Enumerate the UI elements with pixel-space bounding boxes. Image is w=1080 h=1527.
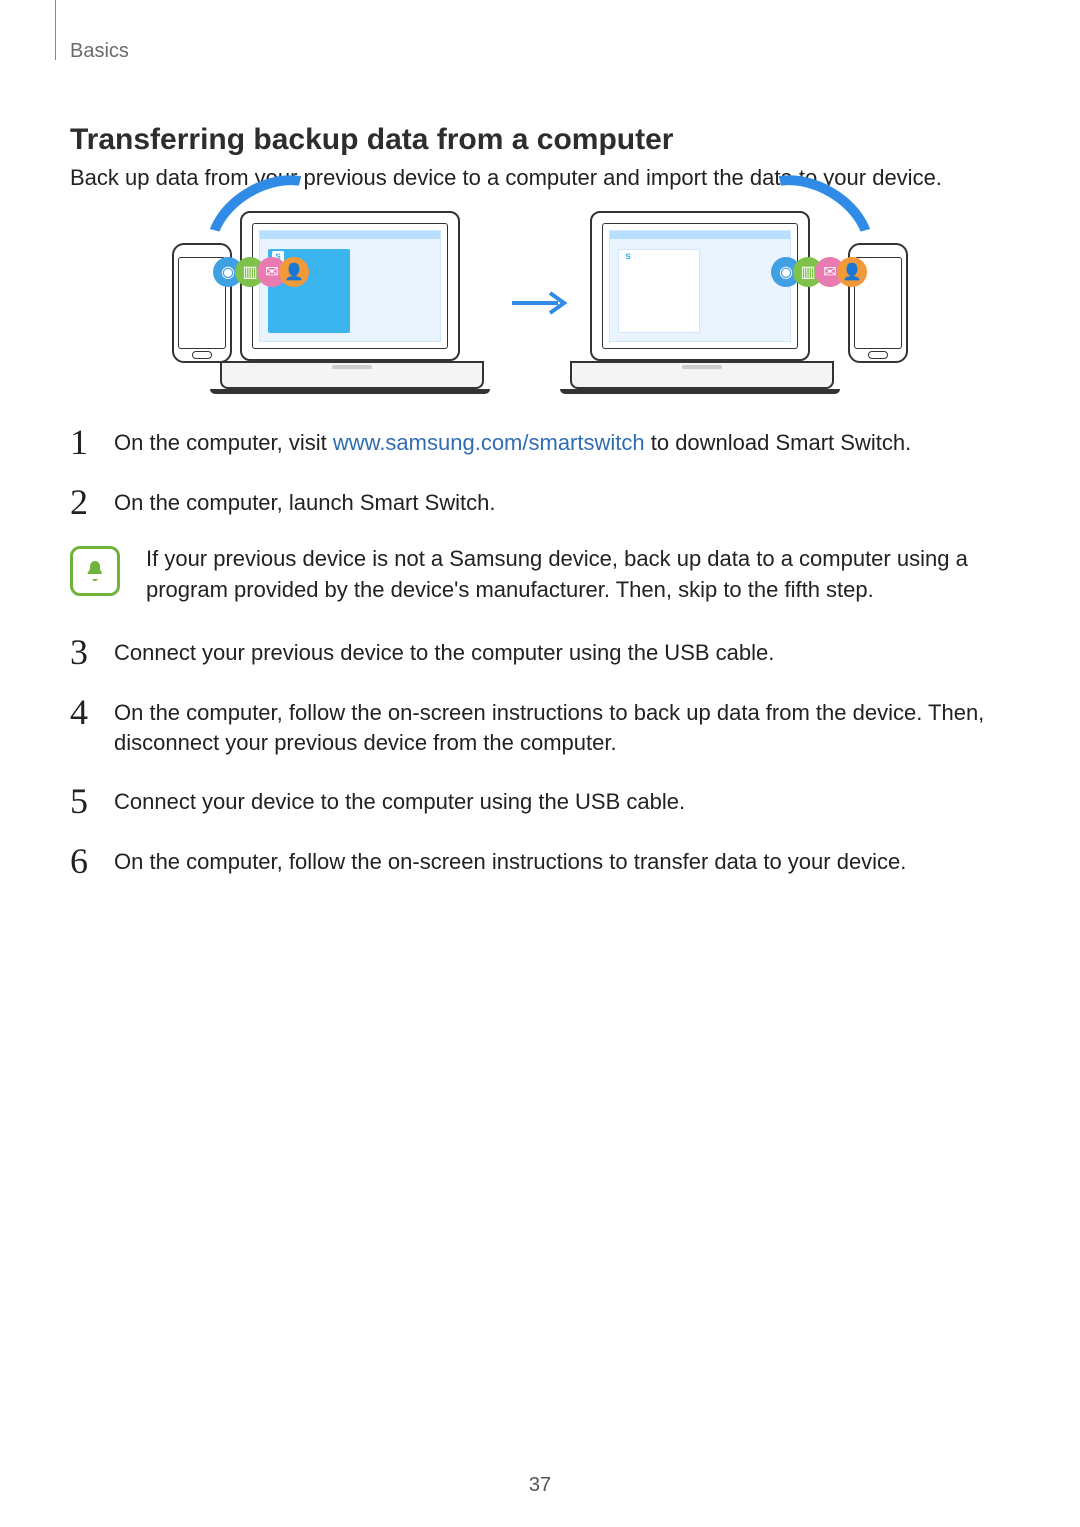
data-icons-cluster: ◉ ▥ ✉ 👤 [217, 261, 305, 283]
note-bell-icon [70, 546, 120, 596]
step-text: On the computer, follow the on-screen in… [114, 694, 1010, 760]
contact-icon: 👤 [279, 257, 309, 287]
illustration: ◉ ▥ ✉ 👤 ◉ ▥ ✉ 👤 [70, 211, 1010, 394]
section-heading: Transferring backup data from a computer [70, 123, 1010, 157]
page-number: 37 [0, 1474, 1080, 1497]
step-1: 1 On the computer, visit www.samsung.com… [70, 424, 1010, 460]
data-icons-cluster: ◉ ▥ ✉ 👤 [775, 261, 863, 283]
restore-group: ◉ ▥ ✉ 👤 [590, 211, 908, 394]
laptop-restore-icon [590, 211, 840, 394]
step-6: 6 On the computer, follow the on-screen … [70, 843, 1010, 879]
arrow-right-icon [510, 288, 570, 318]
step-number: 4 [70, 694, 94, 730]
step-text: On the computer, visit www.samsung.com/s… [114, 424, 911, 459]
step-text-pre: On the computer, visit [114, 430, 333, 455]
contact-icon: 👤 [837, 257, 867, 287]
steps-list: 1 On the computer, visit www.samsung.com… [70, 424, 1010, 879]
step-number: 2 [70, 484, 94, 520]
step-text: Connect your device to the computer usin… [114, 783, 685, 818]
step-text: On the computer, launch Smart Switch. [114, 484, 496, 519]
step-number: 3 [70, 634, 94, 670]
intro-text: Back up data from your previous device t… [70, 165, 1010, 191]
breadcrumb: Basics [70, 40, 1010, 63]
smartswitch-link[interactable]: www.samsung.com/smartswitch [333, 430, 645, 455]
step-4: 4 On the computer, follow the on-screen … [70, 694, 1010, 760]
margin-rule [55, 0, 56, 60]
step-text: On the computer, follow the on-screen in… [114, 843, 906, 878]
step-number: 1 [70, 424, 94, 460]
manual-page: Basics Transferring backup data from a c… [0, 0, 1080, 1527]
step-2: 2 On the computer, launch Smart Switch. [70, 484, 1010, 520]
backup-group: ◉ ▥ ✉ 👤 [172, 211, 490, 394]
step-text: Connect your previous device to the comp… [114, 634, 774, 669]
step-5: 5 Connect your device to the computer us… [70, 783, 1010, 819]
laptop-backup-icon [240, 211, 490, 394]
step-3: 3 Connect your previous device to the co… [70, 634, 1010, 670]
note-text: If your previous device is not a Samsung… [146, 544, 1010, 606]
step-text-post: to download Smart Switch. [645, 430, 912, 455]
step-number: 6 [70, 843, 94, 879]
step-number: 5 [70, 783, 94, 819]
note-block: If your previous device is not a Samsung… [70, 544, 1010, 606]
